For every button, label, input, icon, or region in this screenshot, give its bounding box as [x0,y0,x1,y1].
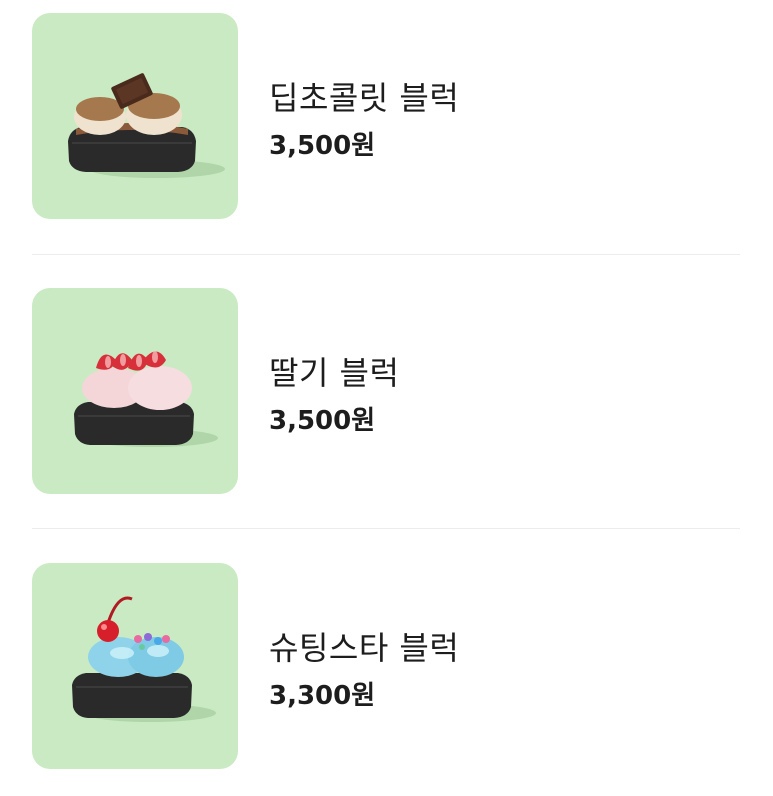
item-name: 딥초콜릿 블럭 [269,79,460,117]
item-price: 3,500원 [269,131,376,161]
divider [32,254,740,255]
menu-item-shooting-star[interactable]: 슈팅스타 블럭 3,300원 [32,563,740,769]
item-name: 슈팅스타 블럭 [269,629,460,667]
item-price: 3,300원 [269,681,376,711]
strawberry-block-photo [32,288,238,494]
menu-item-deep-chocolate[interactable]: 딥초콜릿 블럭 3,500원 [32,13,740,219]
item-name: 딸기 블럭 [269,354,400,392]
shooting-star-block-photo [32,563,238,769]
item-price: 3,500원 [269,406,376,436]
deep-chocolate-block-photo [32,13,238,219]
menu-item-strawberry[interactable]: 딸기 블럭 3,500원 [32,288,740,494]
divider [32,528,740,529]
